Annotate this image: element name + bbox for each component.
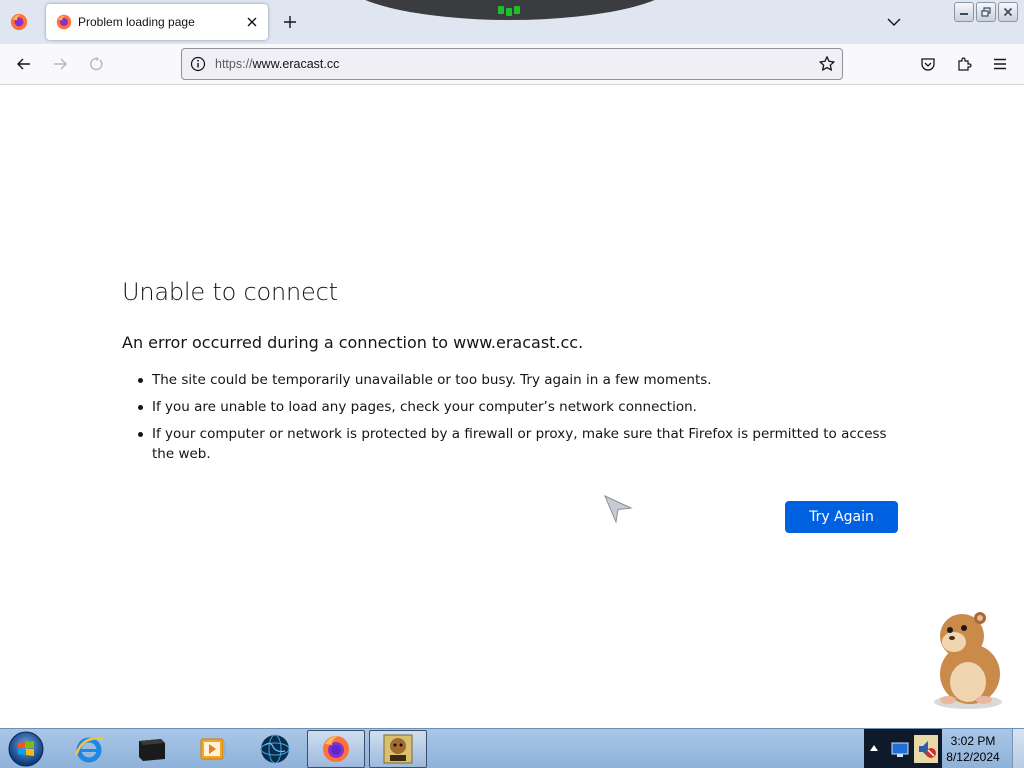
show-hidden-icons-icon[interactable] [870,745,878,751]
media-player-icon [200,738,226,760]
navigation-toolbar: https://www.eracast.cc [0,44,1024,85]
pocket-icon[interactable] [916,52,940,76]
taskbar-firefox[interactable] [307,730,365,768]
window-controls [954,2,1018,22]
start-orb-icon[interactable] [6,730,46,768]
taskbar-globe[interactable] [246,730,304,768]
new-tab-icon[interactable] [280,12,300,32]
terminal-icon [139,739,165,761]
reload-icon[interactable] [84,52,108,76]
try-again-button[interactable]: Try Again [785,501,898,533]
firefox-favicon-icon [56,14,72,30]
volume-muted-icon[interactable] [914,735,938,763]
url-host: www.eracast.cc [252,57,340,71]
show-desktop-button[interactable] [1012,729,1024,768]
taskbar-box-app[interactable] [369,730,427,768]
hamster-mascot-icon [934,612,1002,709]
taskbar-terminal[interactable] [122,730,180,768]
extensions-icon[interactable] [952,52,976,76]
url-protocol: https:// [215,57,253,71]
list-item: If you are unable to load any pages, che… [138,397,908,417]
page-content: Unable to connect An error occurred duri… [0,85,1024,728]
bookmark-star-icon[interactable] [818,55,836,73]
globe-icon [260,734,290,764]
list-item: The site could be temporarily unavailabl… [138,370,908,390]
mouse-cursor-icon [604,495,633,524]
forward-arrow-icon[interactable] [48,52,72,76]
restore-icon[interactable] [976,2,996,22]
network-monitor-icon[interactable] [890,739,910,759]
notch-indicator-icon [498,6,526,16]
error-description: An error occurred during a connection to… [122,333,584,352]
tab-title: Problem loading page [78,15,195,29]
firefox-icon [323,736,349,762]
taskbar-internet-explorer[interactable] [60,730,118,768]
clock-date: 8/12/2024 [946,750,1000,764]
taskbar: 3:02 PM 8/12/2024 [0,728,1024,768]
list-all-tabs-icon[interactable] [884,12,904,32]
box-app-icon [383,734,413,764]
hamburger-menu-icon[interactable] [988,52,1012,76]
clock-time: 3:02 PM [950,734,996,748]
error-title: Unable to connect [122,278,338,306]
firefox-menu-icon[interactable] [10,13,28,31]
close-window-icon[interactable] [998,2,1018,22]
taskbar-media-player[interactable] [184,730,242,768]
error-suggestions: The site could be temporarily unavailabl… [138,370,908,471]
url-bar[interactable]: https://www.eracast.cc [181,48,843,80]
minimize-icon[interactable] [954,2,974,22]
back-arrow-icon[interactable] [12,52,36,76]
clock[interactable]: 3:02 PM 8/12/2024 [938,733,1008,765]
tab-strip: Problem loading page [0,0,1024,44]
list-item: If your computer or network is protected… [138,424,908,464]
close-tab-icon[interactable] [242,12,262,32]
site-info-icon[interactable] [190,56,206,72]
internet-explorer-icon [74,737,104,763]
url-text[interactable]: https://www.eracast.cc [215,57,339,71]
tab-problem-loading[interactable]: Problem loading page [46,4,268,40]
